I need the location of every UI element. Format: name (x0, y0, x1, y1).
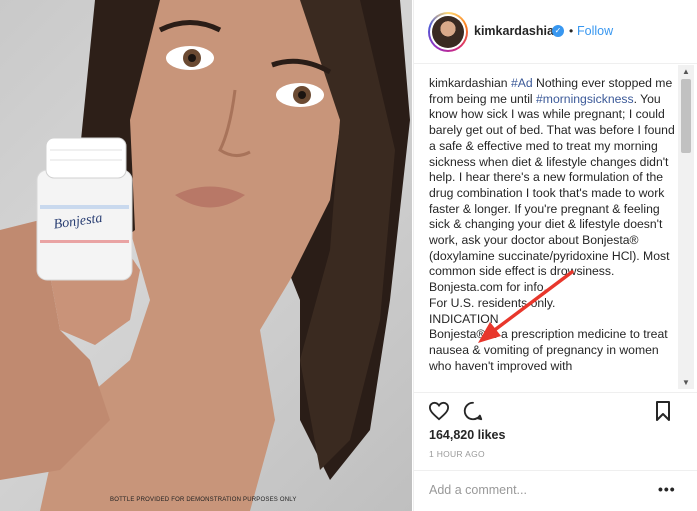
caption-username[interactable]: kimkardashian (429, 76, 508, 90)
scroll-up-icon[interactable]: ▲ (682, 67, 690, 76)
like-count[interactable]: 164,820 likes (429, 428, 505, 442)
scroll-down-icon[interactable]: ▼ (682, 378, 690, 387)
photo-disclaimer: BOTTLE PROVIDED FOR DEMONSTRATION PURPOS… (110, 497, 297, 503)
svg-text:Bonjesta: Bonjesta (53, 211, 104, 233)
bookmark-icon[interactable] (655, 401, 671, 421)
comment-input[interactable]: Add a comment... (429, 483, 527, 497)
comment-bar: Add a comment... ••• (414, 470, 697, 511)
more-options-icon[interactable]: ••• (658, 481, 676, 497)
header-username[interactable]: kimkardashian (474, 24, 562, 38)
avatar[interactable] (428, 12, 468, 52)
bottle-label: Bonjesta (53, 211, 104, 233)
follow-button[interactable]: Follow (577, 24, 613, 38)
scroll-thumb[interactable] (681, 79, 691, 153)
caption-text-5: Bonjesta® is a prescription medicine to … (429, 327, 668, 373)
header-separator: • (569, 24, 574, 38)
heart-icon[interactable] (428, 401, 450, 421)
caption-text-2: . You know how sick I was while pregnant… (429, 91, 675, 295)
verified-badge-icon: ✓ (552, 25, 564, 37)
comment-icon[interactable] (462, 400, 484, 422)
post-photo[interactable]: Bonjesta BOTTLE PROVIDED FOR DEMONSTRATI… (0, 0, 412, 511)
hashtag-ad[interactable]: #Ad (511, 76, 533, 90)
caption-scrollbar[interactable]: ▲ ▼ (678, 65, 694, 389)
post-caption: kimkardashian #Ad Nothing ever stopped m… (429, 76, 679, 388)
action-bar (414, 392, 697, 428)
post-detail-panel: kimkardashian ✓ • Follow kimkardashian #… (413, 0, 697, 511)
post-header: kimkardashian ✓ • Follow (414, 0, 697, 64)
hashtag-morningsickness[interactable]: #morningsickness (536, 92, 634, 106)
caption-text-4: INDICATION (429, 311, 499, 326)
caption-text-3: For U.S. residents only. (429, 295, 556, 310)
post-time[interactable]: 1 HOUR AGO (429, 449, 485, 459)
